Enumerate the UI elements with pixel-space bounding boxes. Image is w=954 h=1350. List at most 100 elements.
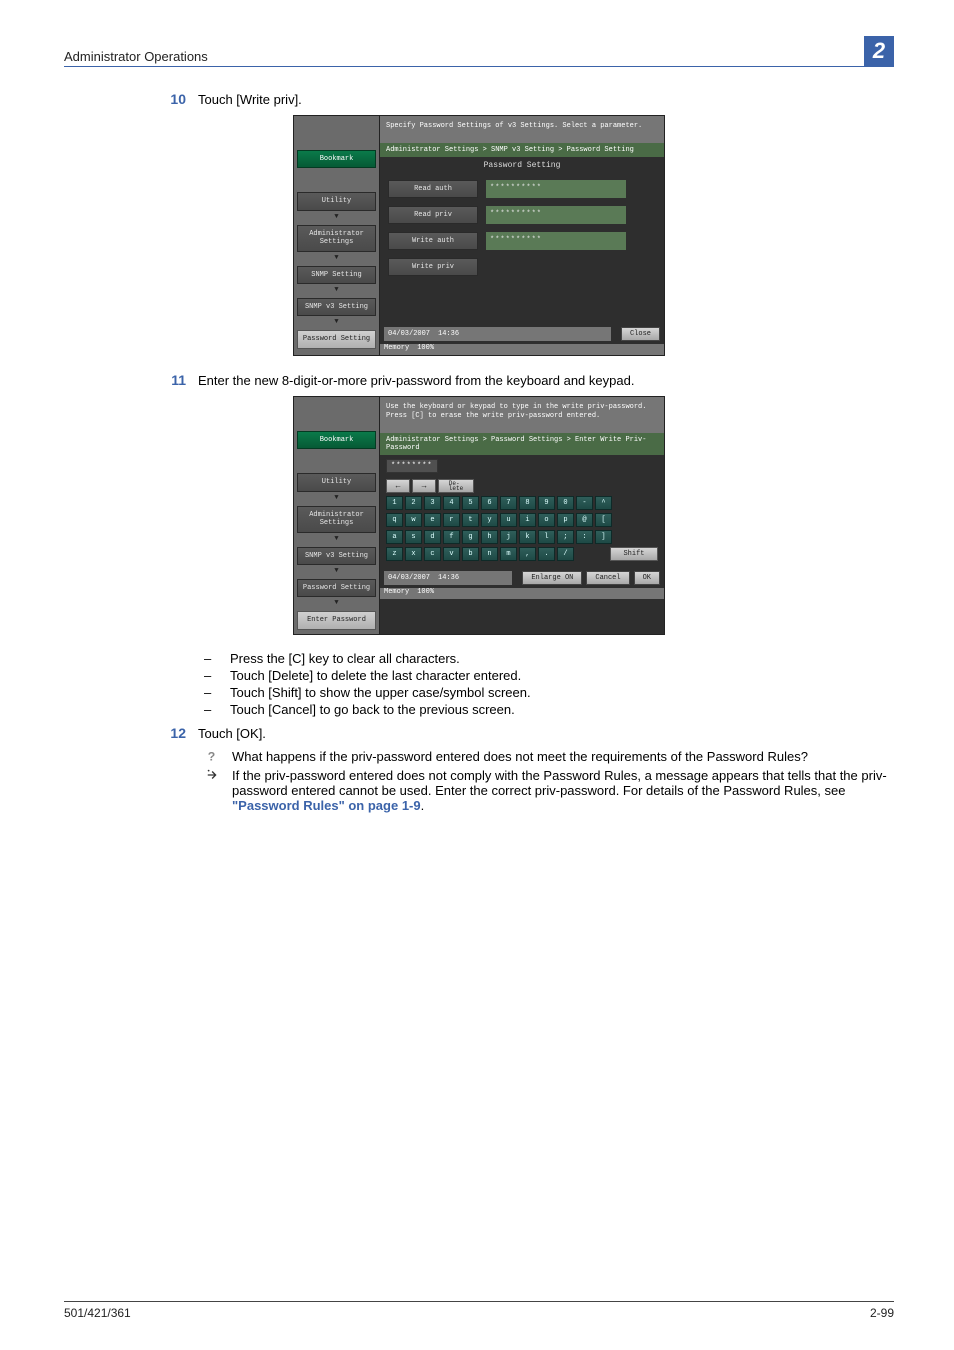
key-4[interactable]: 4 <box>443 496 460 510</box>
cursor-right-button[interactable]: → <box>412 479 436 493</box>
panel-password-setting: Bookmark Utility ▼ Administrator Setting… <box>293 115 665 356</box>
ok-button[interactable]: OK <box>634 571 660 585</box>
password-input[interactable]: ******** <box>386 459 438 473</box>
key-p[interactable]: p <box>557 513 574 527</box>
key-c[interactable]: c <box>424 547 441 561</box>
enlarge-button[interactable]: Enlarge ON <box>522 571 582 585</box>
key-,[interactable]: , <box>519 547 536 561</box>
qa-question: What happens if the priv-password entere… <box>232 749 894 766</box>
key-g[interactable]: g <box>462 530 479 544</box>
key-b[interactable]: b <box>462 547 479 561</box>
key-5[interactable]: 5 <box>462 496 479 510</box>
key-7[interactable]: 7 <box>500 496 517 510</box>
close-button[interactable]: Close <box>621 327 660 341</box>
bullet-text: Touch [Shift] to show the upper case/sym… <box>230 685 531 700</box>
key-e[interactable]: e <box>424 513 441 527</box>
question-icon: ? <box>206 749 222 766</box>
key-][interactable]: ] <box>595 530 612 544</box>
key-8[interactable]: 8 <box>519 496 536 510</box>
dash-icon: – <box>204 685 218 700</box>
sidebar: Bookmark Utility ▼ Administrator Setting… <box>294 116 380 355</box>
key-/[interactable]: / <box>557 547 574 561</box>
sidebar-admin-settings[interactable]: Administrator Settings <box>297 506 376 533</box>
key-6[interactable]: 6 <box>481 496 498 510</box>
sidebar-password-setting[interactable]: Password Setting <box>297 579 376 597</box>
write-auth-button[interactable]: Write auth <box>388 232 478 250</box>
sidebar-snmp-setting[interactable]: SNMP Setting <box>297 266 376 284</box>
key-2[interactable]: 2 <box>405 496 422 510</box>
key-t[interactable]: t <box>462 513 479 527</box>
write-priv-button[interactable]: Write priv <box>388 258 478 276</box>
key-y[interactable]: y <box>481 513 498 527</box>
key-9[interactable]: 9 <box>538 496 555 510</box>
dash-icon: – <box>204 668 218 683</box>
step-text: Touch [Write priv]. <box>198 91 894 107</box>
kb-row-2: qwertyuiop@[ <box>386 513 658 527</box>
step-10: 10 Touch [Write priv]. <box>164 91 894 107</box>
key--[interactable]: - <box>576 496 593 510</box>
key-u[interactable]: u <box>500 513 517 527</box>
key-v[interactable]: v <box>443 547 460 561</box>
key-n[interactable]: n <box>481 547 498 561</box>
key-z[interactable]: z <box>386 547 403 561</box>
key-@[interactable]: @ <box>576 513 593 527</box>
key-0[interactable]: 0 <box>557 496 574 510</box>
sidebar-enter-password[interactable]: Enter Password <box>297 611 376 629</box>
key-o[interactable]: o <box>538 513 555 527</box>
key-q[interactable]: q <box>386 513 403 527</box>
bookmark-button[interactable]: Bookmark <box>297 150 376 168</box>
arrow-down-icon: ▼ <box>297 286 376 294</box>
arrow-down-icon: ▼ <box>297 318 376 326</box>
read-priv-button[interactable]: Read priv <box>388 206 478 224</box>
key-a[interactable]: a <box>386 530 403 544</box>
key-k[interactable]: k <box>519 530 536 544</box>
qa-answer-pre: If the priv-password entered does not co… <box>232 768 887 798</box>
sidebar-admin-settings[interactable]: Administrator Settings <box>297 225 376 252</box>
sidebar: Bookmark Utility ▼ Administrator Setting… <box>294 397 380 634</box>
key-l[interactable]: l <box>538 530 555 544</box>
shift-button[interactable]: Shift <box>610 547 658 561</box>
key-f[interactable]: f <box>443 530 460 544</box>
sidebar-password-setting[interactable]: Password Setting <box>297 330 376 348</box>
key-w[interactable]: w <box>405 513 422 527</box>
cancel-button[interactable]: Cancel <box>586 571 629 585</box>
key-x[interactable]: x <box>405 547 422 561</box>
key-.[interactable]: . <box>538 547 555 561</box>
key-1[interactable]: 1 <box>386 496 403 510</box>
qa-block: ? What happens if the priv-password ente… <box>206 749 894 813</box>
arrow-down-icon: ▼ <box>297 535 376 543</box>
status-memory: 100% <box>417 588 434 596</box>
footer-right: 2-99 <box>870 1306 894 1320</box>
delete-button[interactable]: De- lete <box>438 479 474 493</box>
key-;[interactable]: ; <box>557 530 574 544</box>
read-auth-button[interactable]: Read auth <box>388 180 478 198</box>
kb-row-3: asdfghjkl;:] <box>386 530 658 544</box>
key-m[interactable]: m <box>500 547 517 561</box>
key-^[interactable]: ^ <box>595 496 612 510</box>
sidebar-utility[interactable]: Utility <box>297 192 376 210</box>
svg-text:?: ? <box>208 749 215 763</box>
footer-left: 501/421/361 <box>64 1306 131 1320</box>
arrow-down-icon: ▼ <box>297 494 376 502</box>
panel-subhead: Password Setting <box>380 157 664 174</box>
panel-enter-password: Bookmark Utility ▼ Administrator Setting… <box>293 396 665 635</box>
sidebar-snmp-v3-setting[interactable]: SNMP v3 Setting <box>297 547 376 565</box>
key-d[interactable]: d <box>424 530 441 544</box>
screenshot-2: Bookmark Utility ▼ Administrator Setting… <box>64 396 894 635</box>
sidebar-utility[interactable]: Utility <box>297 473 376 491</box>
page-footer: 501/421/361 2-99 <box>64 1301 894 1320</box>
bullet-text: Touch [Cancel] to go back to the previou… <box>230 702 515 717</box>
key-[[interactable]: [ <box>595 513 612 527</box>
password-rules-link[interactable]: "Password Rules" on page 1-9 <box>232 798 421 813</box>
key-3[interactable]: 3 <box>424 496 441 510</box>
cursor-left-button[interactable]: ← <box>386 479 410 493</box>
qa-answer-post: . <box>421 798 425 813</box>
key-r[interactable]: r <box>443 513 460 527</box>
key-:[interactable]: : <box>576 530 593 544</box>
key-j[interactable]: j <box>500 530 517 544</box>
sidebar-snmp-v3-setting[interactable]: SNMP v3 Setting <box>297 298 376 316</box>
key-h[interactable]: h <box>481 530 498 544</box>
key-s[interactable]: s <box>405 530 422 544</box>
bookmark-button[interactable]: Bookmark <box>297 431 376 449</box>
key-i[interactable]: i <box>519 513 536 527</box>
